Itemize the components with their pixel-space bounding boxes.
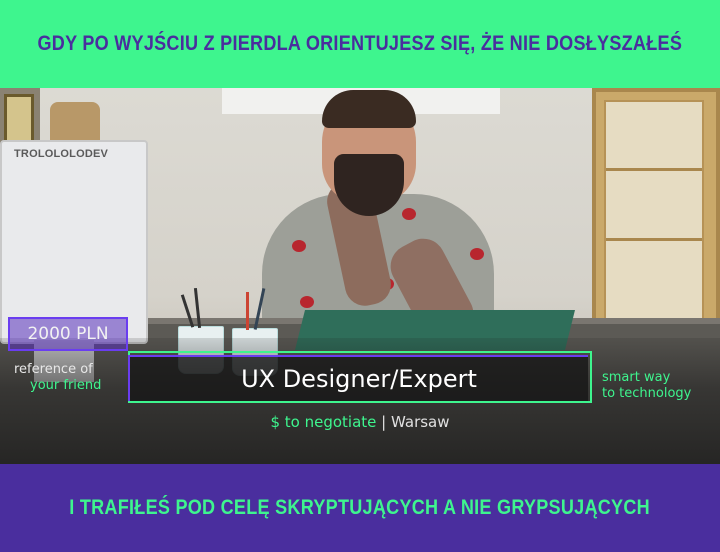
job-title: UX Designer/Expert (241, 365, 477, 393)
bottom-caption: I TRAFIŁEŚ POD CELĘ SKRYPTUJĄCYCH A NIE … (69, 496, 651, 519)
salary-line: $ to negotiate | Warsaw (0, 413, 720, 431)
person-hair (322, 90, 416, 128)
top-caption: GDY PO WYJŚCIU Z PIERDLA ORIENTUJESZ SIĘ… (37, 32, 683, 55)
sweater-rose (292, 240, 306, 252)
cabinet-shelf (606, 168, 702, 171)
salary-separator: | (381, 413, 387, 431)
sweater-rose (402, 208, 416, 220)
job-box: UX Designer/Expert (128, 355, 588, 401)
monitor-label: TROLOLOLODEV (14, 148, 109, 160)
price-text: 2000 PLN (27, 324, 109, 344)
cabinet-shelf (606, 238, 702, 241)
city: Warsaw (391, 413, 450, 431)
sweater-rose (300, 296, 314, 308)
tagline-line-2: to technology (602, 386, 692, 401)
pencil (246, 292, 249, 330)
cabinet-glass (604, 100, 704, 330)
top-caption-bar: GDY PO WYJŚCIU Z PIERDLA ORIENTUJESZ SIĘ… (0, 0, 720, 88)
reference-line-1: reference of (14, 362, 93, 377)
monitor (0, 140, 148, 344)
photo: TROLOLOLODEV (0, 88, 720, 464)
bottom-caption-bar: I TRAFIŁEŚ POD CELĘ SKRYPTUJĄCYCH A NIE … (0, 464, 720, 552)
tagline-line-1: smart way (602, 370, 671, 385)
price-badge: 2000 PLN (8, 317, 128, 351)
salary-note: $ to negotiate (270, 413, 377, 431)
sweater-rose (470, 248, 484, 260)
reference-line-2: your friend (30, 378, 102, 393)
